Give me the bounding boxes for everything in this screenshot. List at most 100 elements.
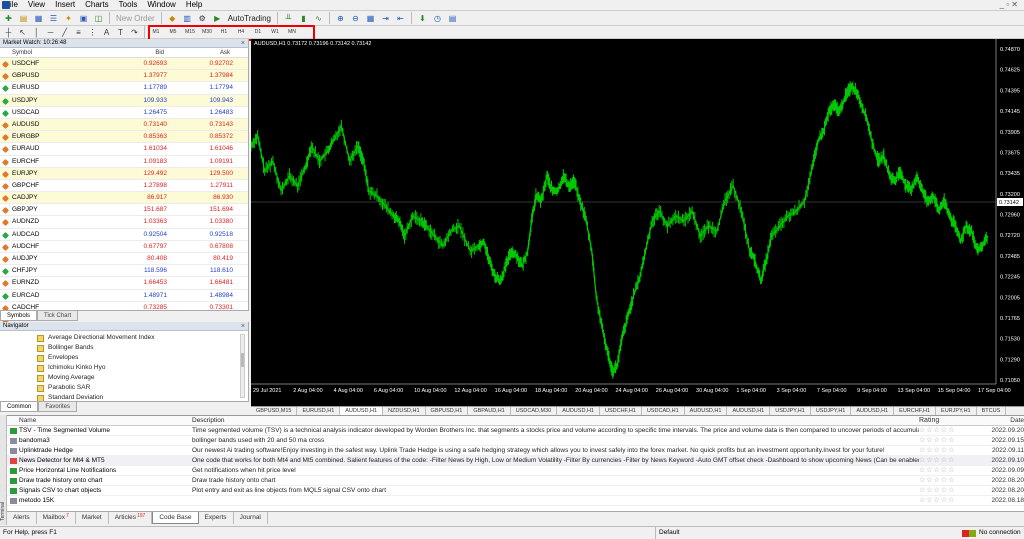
chart-tab[interactable]: GBPAUD,H1 (468, 407, 511, 415)
market-watch-row[interactable]: AUDCHF 0.67797 0.67808 (0, 241, 248, 253)
bag-icon[interactable]: ▥ (181, 12, 194, 24)
text-icon[interactable]: A (100, 26, 113, 38)
channel-icon[interactable]: ≡ (72, 26, 85, 38)
tab-tick-chart[interactable]: Tick Chart (37, 311, 79, 321)
zoom-out-icon[interactable]: ⊖ (349, 12, 362, 24)
chart-tab[interactable]: USDJPY,H1 (770, 407, 811, 415)
chart-tab[interactable]: AUDUSD,H1 (340, 407, 384, 415)
candlestick-icon[interactable]: ▮ (297, 12, 310, 24)
bar-chart-icon[interactable]: ╨ (282, 12, 295, 24)
arrows-icon[interactable]: ↷ (128, 26, 141, 38)
market-watch-row[interactable]: EURJPY 129.492 129.500 (0, 167, 248, 180)
codebase-row[interactable]: metodo 15K ☆☆☆☆☆ 2022.08.18 (0, 496, 1024, 506)
crosshair-icon[interactable]: ┼ (2, 26, 15, 38)
menu-view[interactable]: View (23, 0, 50, 10)
menu-insert[interactable]: Insert (50, 0, 80, 10)
chart-tab[interactable]: EURCHF,H1 (894, 407, 937, 415)
menu-help[interactable]: Help (181, 0, 207, 10)
column-rating[interactable]: Rating (919, 416, 974, 425)
terminal-tab[interactable]: Experts (199, 512, 234, 524)
terminal-tab[interactable]: Articles197 (109, 512, 153, 524)
column-date[interactable]: Date (974, 416, 1024, 425)
chart-tab[interactable]: NZDUSD,H1 (383, 407, 426, 415)
terminal-tab[interactable]: Alerts (7, 512, 37, 524)
market-watch-row[interactable]: AUDJPY 80.408 80.419 (0, 253, 248, 266)
tile-windows-icon[interactable]: ▦ (364, 12, 377, 24)
market-watch-row[interactable]: AUDCAD 0.92504 0.92518 (0, 229, 248, 241)
new-chart-icon[interactable]: ✚ (2, 12, 15, 24)
cursor-icon[interactable]: ↖ (16, 26, 29, 38)
period-icon[interactable]: ◷ (431, 12, 444, 24)
chart-tab[interactable]: USDCAD,H1 (642, 407, 685, 415)
navigator-item[interactable]: Ichimoku Kinko Hyo (0, 363, 248, 373)
codebase-row[interactable]: Price Horizontal Line Notifications Get n… (0, 466, 1024, 476)
chart-tab[interactable]: USDCHF,H1 (600, 407, 642, 415)
terminal-icon[interactable]: ▣ (77, 12, 90, 24)
codebase-row[interactable]: Draw trade history onto chart Draw trade … (0, 476, 1024, 486)
tab-favorites[interactable]: Favorites (38, 402, 78, 412)
tester-icon[interactable]: ◫ (92, 12, 105, 24)
navigator-item[interactable]: Bollinger Bands (0, 343, 248, 353)
chart-tab[interactable]: AUDUSD,H1 (557, 407, 600, 415)
market-watch-row[interactable]: EURNZD 1.66453 1.66481 (0, 277, 248, 290)
horizontal-line-icon[interactable]: ─ (44, 26, 57, 38)
market-watch-row[interactable]: EURUSD 1.17789 1.17794 (0, 82, 248, 95)
chart-tab[interactable]: EURJPY,H1 (936, 407, 977, 415)
chart-tab[interactable]: AUDUSD,H1 (685, 407, 728, 415)
new-order-button[interactable]: New Order (114, 14, 157, 23)
close-icon[interactable]: × (241, 39, 245, 48)
trendline-icon[interactable]: ╱ (58, 26, 71, 38)
market-watch-row[interactable]: USDJPY 109.933 109.943 (0, 94, 248, 107)
market-watch-icon[interactable]: ▦ (32, 12, 45, 24)
menu-charts[interactable]: Charts (80, 0, 114, 10)
navigator-scrollbar[interactable] (240, 334, 245, 398)
tab-symbols[interactable]: Symbols (0, 311, 38, 321)
tab-common[interactable]: Common (0, 402, 39, 412)
codebase-row[interactable]: Signals CSV to chart objects Plot entry a… (0, 486, 1024, 496)
autoscroll-icon[interactable]: ⇥ (379, 12, 392, 24)
chart-shift-icon[interactable]: ⇤ (394, 12, 407, 24)
codebase-row[interactable]: News Detector for Mt4 & MT5 One code that… (0, 456, 1024, 466)
metaeditor-icon[interactable]: ◆ (166, 12, 179, 24)
window-controls[interactable]: _ ▫ ✕ (1000, 0, 1018, 9)
navigator-item[interactable]: Moving Average (0, 373, 248, 383)
market-watch-row[interactable]: CADJPY 86.917 86.930 (0, 192, 248, 205)
terminal-tab[interactable]: Code Base (152, 512, 199, 524)
label-icon[interactable]: T (114, 26, 127, 38)
column-ask[interactable]: Ask (170, 48, 236, 57)
templates-icon[interactable]: ▤ (446, 12, 459, 24)
indicators-icon[interactable]: ⬇ (416, 12, 429, 24)
chart-tab[interactable]: EURUSD,H1 (297, 407, 341, 415)
chart-tab[interactable]: AUDUSD,H1 (851, 407, 895, 415)
menu-window[interactable]: Window (142, 0, 180, 10)
chart-tab[interactable]: AUDUSD,H1 (727, 407, 771, 415)
column-name[interactable]: Name (10, 416, 192, 425)
market-watch-row[interactable]: AUDUSD 0.73140 0.73143 (0, 118, 248, 132)
market-watch-row[interactable]: USDCHF 0.92693 0.92702 (0, 58, 248, 71)
price-chart[interactable]: 0.74870 0.74625 0.74395 0.74145 0.73905 0.736… (251, 39, 1024, 406)
market-watch-row[interactable]: GBPUSD 1.37977 1.37984 (0, 70, 248, 83)
navigator-item[interactable]: Envelopes (0, 353, 248, 363)
data-window-icon[interactable]: ☰ (47, 12, 60, 24)
terminal-tab[interactable]: Mailbox7 (37, 512, 76, 524)
zoom-in-icon[interactable]: ⊕ (334, 12, 347, 24)
autotrading-button[interactable]: AutoTrading (226, 14, 273, 23)
market-watch-row[interactable]: CHFJPY 118.596 118.610 (0, 265, 248, 278)
close-icon[interactable]: × (241, 322, 245, 331)
vertical-line-icon[interactable]: │ (30, 26, 43, 38)
market-watch-row[interactable]: EURCHF 1.09183 1.09191 (0, 156, 248, 168)
market-watch-row[interactable]: EURAUD 1.61034 1.61046 (0, 143, 248, 156)
autotrading-icon[interactable]: ▶ (211, 12, 224, 24)
navigator-item[interactable]: Average Directional Movement Index (0, 333, 248, 343)
settings-icon[interactable]: ⚙ (196, 12, 209, 24)
chart-tab[interactable]: GBPUSD,H1 (426, 407, 469, 415)
column-bid[interactable]: Bid (114, 48, 170, 57)
line-chart-icon[interactable]: ∿ (312, 12, 325, 24)
market-watch-row[interactable]: AUDNZD 1.03363 1.03380 (0, 216, 248, 229)
scrollbar-thumb[interactable] (241, 353, 244, 367)
terminal-tab[interactable]: Market (76, 512, 109, 524)
column-symbol[interactable]: Symbol (0, 48, 114, 57)
menu-tools[interactable]: Tools (114, 0, 143, 10)
navigator-icon[interactable]: ✦ (62, 12, 75, 24)
chart-tab[interactable]: USDCAD,M30 (511, 407, 558, 415)
